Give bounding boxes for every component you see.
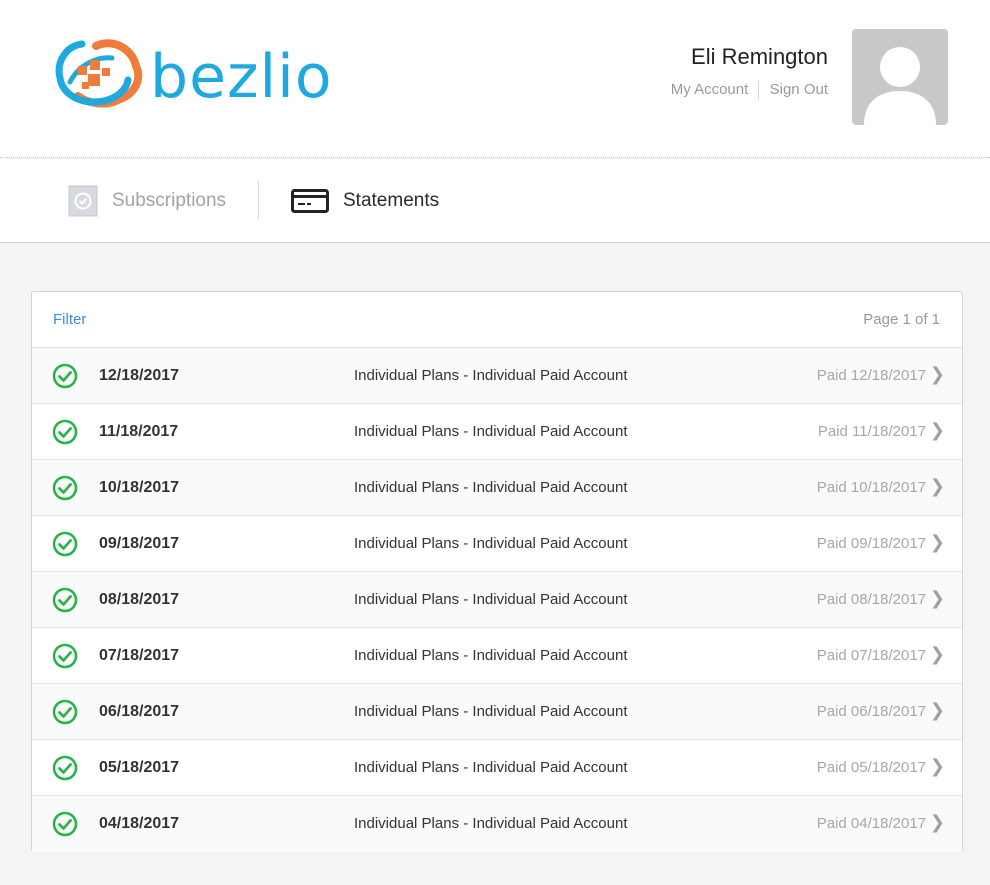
card-icon xyxy=(291,188,329,213)
statement-status: Paid 06/18/2017 xyxy=(816,703,926,720)
statement-row[interactable]: 04/18/2017 Individual Plans - Individual… xyxy=(32,796,962,852)
chevron-right-icon: ❯ xyxy=(929,476,945,497)
filter-link[interactable]: Filter xyxy=(53,311,86,328)
brand-name: bezlio xyxy=(150,42,333,112)
paid-check-icon xyxy=(52,419,78,445)
statement-description: Individual Plans - Individual Paid Accou… xyxy=(354,535,628,552)
statement-row[interactable]: 07/18/2017 Individual Plans - Individual… xyxy=(32,628,962,684)
nav-tabs: Subscriptions Statements xyxy=(0,159,990,243)
chevron-right-icon: ❯ xyxy=(929,756,945,777)
statement-row[interactable]: 12/18/2017 Individual Plans - Individual… xyxy=(32,348,962,404)
my-account-link[interactable]: My Account xyxy=(671,81,749,98)
statement-status: Paid 08/18/2017 xyxy=(816,591,926,608)
statement-status: Paid 05/18/2017 xyxy=(816,759,926,776)
user-name: Eli Remington xyxy=(691,44,828,69)
statement-status: Paid 04/18/2017 xyxy=(816,815,926,832)
statement-date: 04/18/2017 xyxy=(99,815,180,832)
statement-status: Paid 11/18/2017 xyxy=(817,423,926,440)
statement-date: 05/18/2017 xyxy=(99,759,180,776)
paid-check-icon xyxy=(52,363,78,389)
statement-description: Individual Plans - Individual Paid Accou… xyxy=(354,647,628,664)
panel-header: Filter Page 1 of 1 xyxy=(32,292,962,348)
statement-status: Paid 12/18/2017 xyxy=(816,367,926,384)
paid-check-icon xyxy=(52,811,78,837)
statement-date: 11/18/2017 xyxy=(99,423,179,440)
check-badge-icon xyxy=(68,185,98,217)
chevron-right-icon: ❯ xyxy=(929,532,945,553)
paid-check-icon xyxy=(52,643,78,669)
tab-statements-label: Statements xyxy=(343,189,440,211)
statement-list: 12/18/2017 Individual Plans - Individual… xyxy=(32,348,962,852)
statement-date: 09/18/2017 xyxy=(99,535,180,552)
statement-description: Individual Plans - Individual Paid Accou… xyxy=(354,591,628,608)
avatar[interactable] xyxy=(852,29,948,125)
statement-row[interactable]: 06/18/2017 Individual Plans - Individual… xyxy=(32,684,962,740)
link-separator xyxy=(758,81,760,100)
chevron-right-icon: ❯ xyxy=(929,420,945,441)
tab-subscriptions[interactable]: Subscriptions xyxy=(68,159,226,242)
statement-date: 08/18/2017 xyxy=(99,591,180,608)
statement-description: Individual Plans - Individual Paid Accou… xyxy=(354,367,628,384)
statement-date: 07/18/2017 xyxy=(99,647,180,664)
chevron-right-icon: ❯ xyxy=(929,364,945,385)
statement-status: Paid 10/18/2017 xyxy=(816,479,926,496)
statement-description: Individual Plans - Individual Paid Accou… xyxy=(354,759,628,776)
sign-out-link[interactable]: Sign Out xyxy=(770,81,828,98)
statement-description: Individual Plans - Individual Paid Accou… xyxy=(354,479,628,496)
chevron-right-icon: ❯ xyxy=(929,812,945,833)
page-indicator: Page 1 of 1 xyxy=(863,311,940,328)
statements-panel: Filter Page 1 of 1 12/18/2017 Individual… xyxy=(31,291,963,852)
app-header: bezlio Eli Remington My Account Sign Out xyxy=(0,0,990,158)
statement-date: 06/18/2017 xyxy=(99,703,180,720)
statement-description: Individual Plans - Individual Paid Accou… xyxy=(354,815,628,832)
tab-statements[interactable]: Statements xyxy=(291,159,439,242)
paid-check-icon xyxy=(52,475,78,501)
statement-row[interactable]: 11/18/2017 Individual Plans - Individual… xyxy=(32,404,962,460)
paid-check-icon xyxy=(52,755,78,781)
statement-description: Individual Plans - Individual Paid Accou… xyxy=(354,423,628,440)
tab-subscriptions-label: Subscriptions xyxy=(112,189,227,211)
statement-description: Individual Plans - Individual Paid Accou… xyxy=(354,703,628,720)
statement-row[interactable]: 05/18/2017 Individual Plans - Individual… xyxy=(32,740,962,796)
statement-status: Paid 07/18/2017 xyxy=(816,647,926,664)
cloud-logo-icon xyxy=(55,39,143,108)
user-silhouette-icon xyxy=(864,47,936,125)
statement-date: 12/18/2017 xyxy=(99,367,180,384)
bezlio-logo[interactable]: bezlio xyxy=(52,36,352,112)
chevron-right-icon: ❯ xyxy=(929,700,945,721)
chevron-right-icon: ❯ xyxy=(929,644,945,665)
user-links: My Account Sign Out xyxy=(671,81,828,100)
statement-status: Paid 09/18/2017 xyxy=(816,535,926,552)
paid-check-icon xyxy=(52,531,78,557)
chevron-right-icon: ❯ xyxy=(929,588,945,609)
paid-check-icon xyxy=(52,587,78,613)
paid-check-icon xyxy=(52,699,78,725)
tab-divider xyxy=(258,180,259,220)
statement-row[interactable]: 10/18/2017 Individual Plans - Individual… xyxy=(32,460,962,516)
statement-row[interactable]: 09/18/2017 Individual Plans - Individual… xyxy=(32,516,962,572)
statement-date: 10/18/2017 xyxy=(99,479,180,496)
statement-row[interactable]: 08/18/2017 Individual Plans - Individual… xyxy=(32,572,962,628)
